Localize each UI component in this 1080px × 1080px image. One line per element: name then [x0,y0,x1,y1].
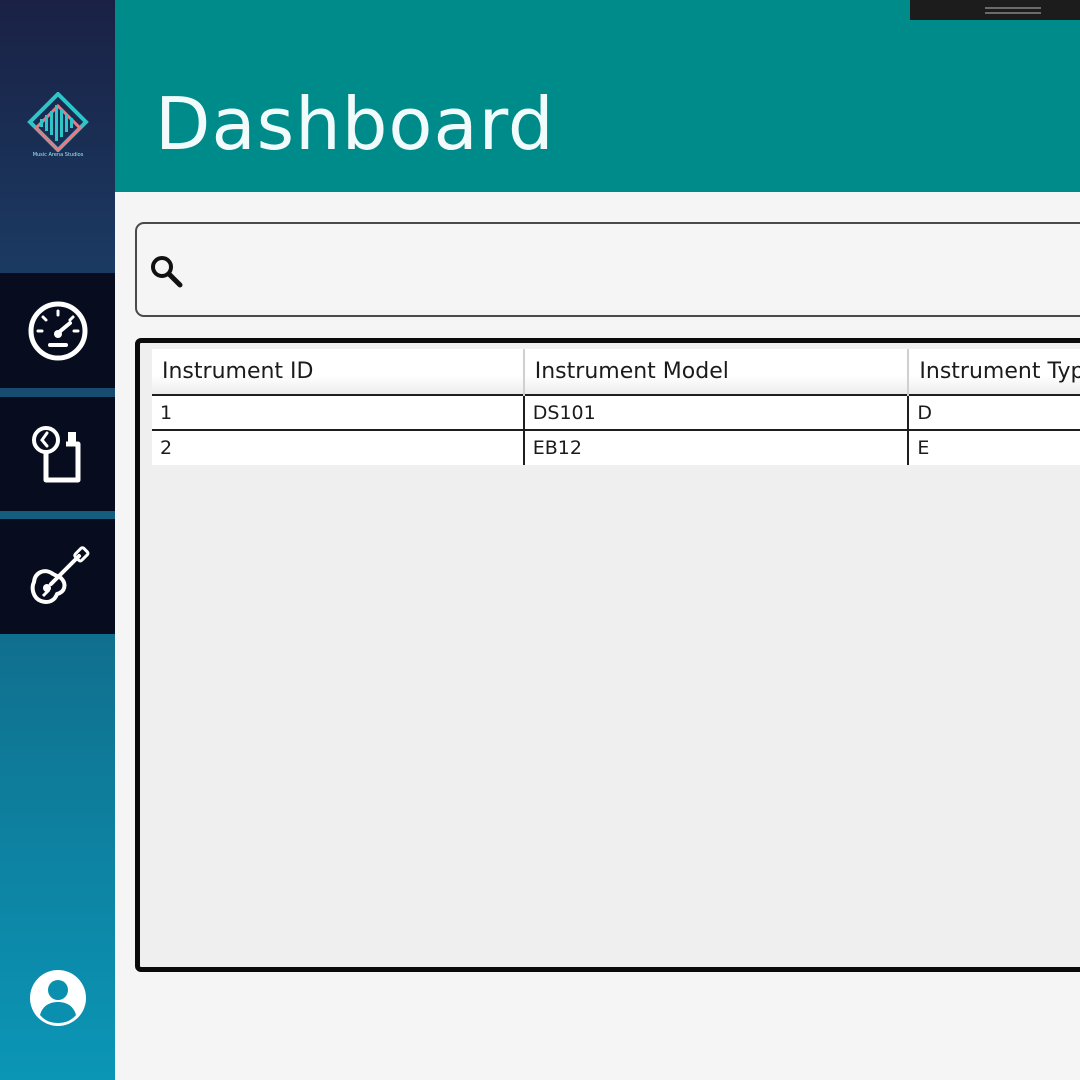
sidebar: Music Arena Studios [0,0,115,1080]
table-row[interactable]: 1 DS101 D [152,394,1080,430]
user-avatar-icon [30,970,86,1026]
logo-icon [27,91,89,153]
instrument-grid: Instrument ID Instrument Model Instrumen… [152,349,1080,465]
guitar-icon [30,545,89,604]
page-header: Dashboard [115,0,1080,192]
column-header-instrument-model[interactable]: Instrument Model [523,349,910,395]
table-cell[interactable]: D [908,394,1080,430]
table-row[interactable]: 2 EB12 E [152,429,1080,465]
column-header-instrument-type[interactable]: Instrument Type [908,349,1080,395]
table-cell[interactable]: 2 [152,429,525,465]
logo-caption: Music Arena Studios [32,152,84,158]
sidebar-item-instruments[interactable] [0,519,115,634]
search-box[interactable] [135,222,1080,317]
clock-document-icon [31,426,80,483]
table-cell[interactable]: EB12 [523,429,910,465]
column-header-instrument-id[interactable]: Instrument ID [152,349,525,395]
window-title-strip[interactable] [910,0,1080,20]
sidebar-item-history[interactable] [0,397,115,511]
table-cell[interactable]: 1 [152,394,525,430]
search-input[interactable] [197,244,1077,298]
drag-handle-icon[interactable] [985,7,1041,14]
page-title: Dashboard [155,82,555,166]
sidebar-item-dashboard[interactable] [0,273,115,388]
table-cell[interactable]: DS101 [523,394,910,430]
user-account-button[interactable] [28,968,88,1028]
instrument-table: Instrument ID Instrument Model Instrumen… [135,338,1080,972]
table-header-row: Instrument ID Instrument Model Instrumen… [152,349,1080,395]
table-cell[interactable]: E [908,429,1080,465]
speedometer-icon [28,301,87,360]
search-icon [151,256,183,288]
app-logo: Music Arena Studios [24,91,92,182]
